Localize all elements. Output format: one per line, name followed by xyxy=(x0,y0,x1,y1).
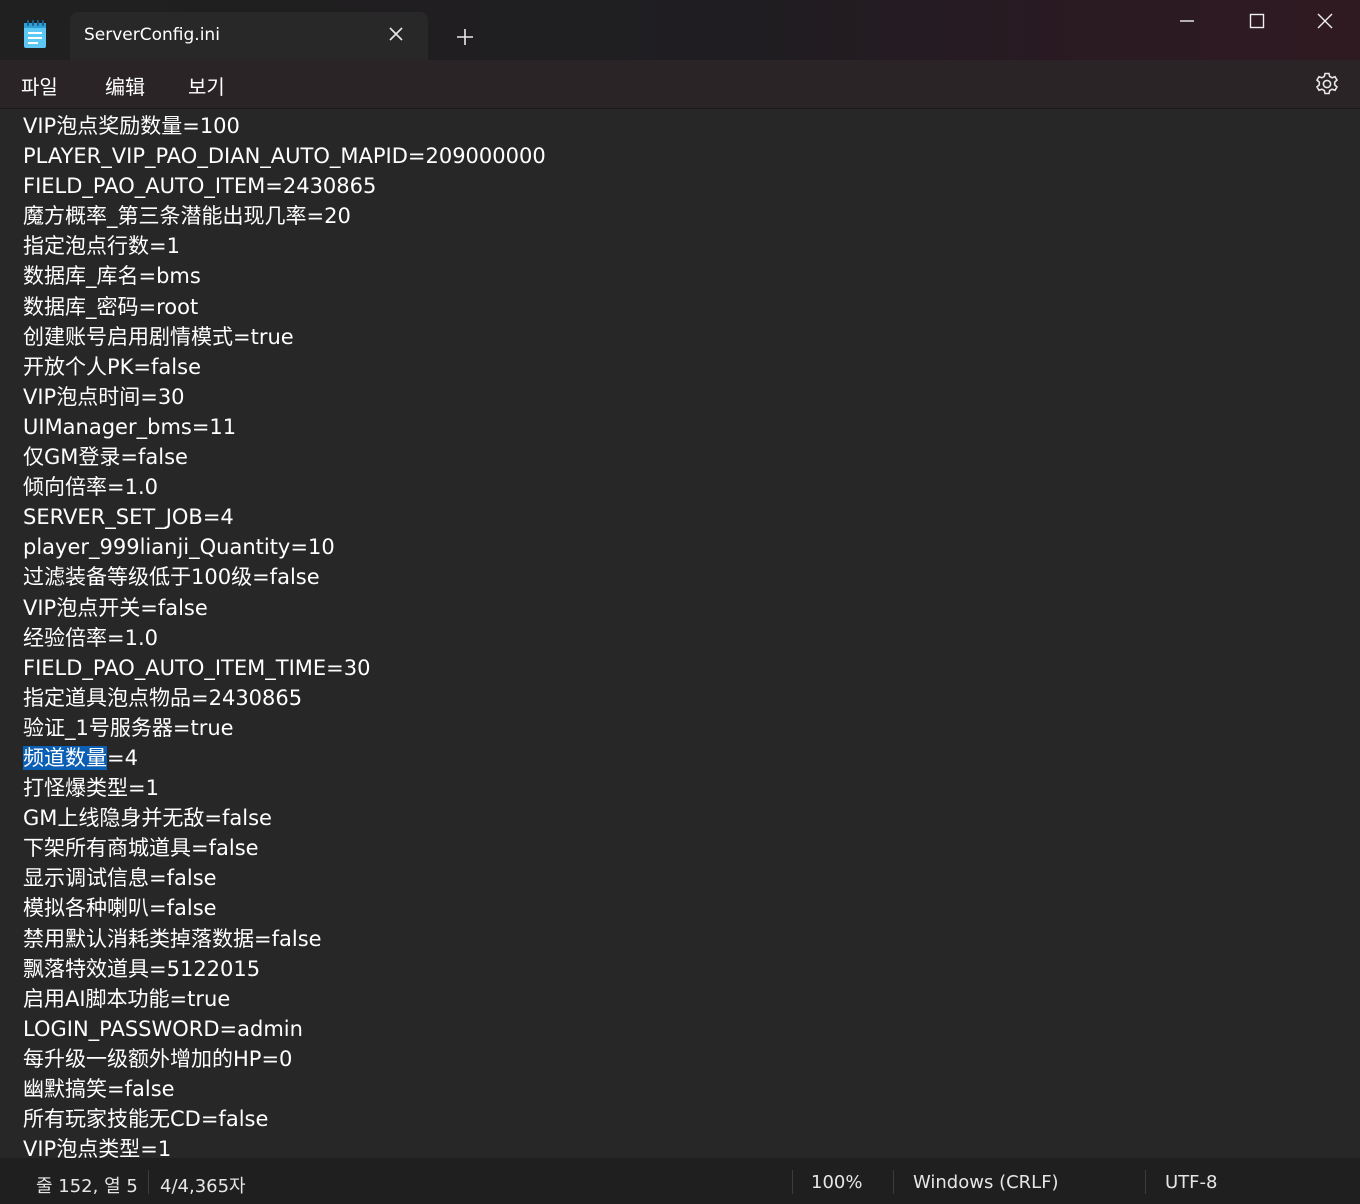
editor-lines: VIP泡点奖励数量=100 PLAYER_VIP_PAO_DIAN_AUTO_MA… xyxy=(23,111,546,1158)
text-line: 指定道具泡点物品=2430865 xyxy=(23,685,303,710)
text-line: VIP泡点奖励数量=100 xyxy=(23,114,240,138)
status-divider xyxy=(792,1170,793,1194)
text-line: 数据库_密码=root xyxy=(23,294,199,319)
text-line: player_999lianji_Quantity=10 xyxy=(23,535,335,560)
text-line: 所有玩家技能无CD=false xyxy=(23,1107,269,1132)
tab-serverconfig[interactable]: ServerConfig.ini xyxy=(70,12,428,60)
text-line: 幽默搞笑=false xyxy=(23,1077,175,1101)
menu-edit[interactable]: 编辑 xyxy=(99,69,151,102)
text-line: 魔方概率_第三条潜能出现几率=20 xyxy=(23,204,351,229)
text-line: FIELD_PAO_AUTO_ITEM=2430865 xyxy=(23,174,377,199)
text-line: VIP泡点类型=1 xyxy=(23,1137,172,1158)
text-line: 禁用默认消耗类掉落数据=false xyxy=(23,926,322,951)
text-line: 显示调试信息=false xyxy=(23,866,217,891)
character-count: 4/4,365자 xyxy=(160,1176,246,1197)
text-line: GM上线隐身并无敌=false xyxy=(23,806,272,831)
text-line: 仅GM登录=false xyxy=(23,445,188,470)
text-line: LOGIN_PASSWORD=admin xyxy=(23,1016,303,1041)
text-line: VIP泡点开关=false xyxy=(23,595,208,620)
text-line: 每升级一级额外增加的HP=0 xyxy=(23,1046,293,1071)
text-editor[interactable]: VIP泡点奖励数量=100 PLAYER_VIP_PAO_DIAN_AUTO_MA… xyxy=(0,109,1360,1158)
text-line: 过滤装备等级低于100级=false xyxy=(23,565,320,590)
minimize-icon xyxy=(1180,20,1194,22)
close-window-button[interactable] xyxy=(1290,0,1360,42)
text-line: VIP泡点时间=30 xyxy=(23,384,185,409)
text-line: 指定泡点行数=1 xyxy=(23,234,180,259)
text-line: 验证_1号服务器=true xyxy=(23,715,234,740)
menu-view[interactable]: 보기 xyxy=(182,69,231,102)
text-line: 打怪爆类型=1 xyxy=(23,776,159,801)
selected-text: 频道数量 xyxy=(23,745,107,770)
minimize-button[interactable] xyxy=(1152,0,1222,42)
zoom-level[interactable]: 100% xyxy=(811,1172,862,1193)
text-line: 飘落特效道具=5122015 xyxy=(23,956,261,981)
plus-icon[interactable] xyxy=(454,26,476,48)
status-divider xyxy=(893,1170,894,1194)
text-line: 下架所有商城道具=false xyxy=(23,836,259,861)
text-line: 创建账号启用剧情模式=true xyxy=(23,324,294,349)
gear-icon[interactable] xyxy=(1314,71,1340,97)
line-text: =4 xyxy=(107,745,138,770)
text-line: UIManager_bms=11 xyxy=(23,414,237,439)
encoding[interactable]: UTF-8 xyxy=(1165,1172,1217,1193)
menu-file[interactable]: 파일 xyxy=(15,69,64,102)
text-line: 启用AI脚本功能=true xyxy=(23,986,231,1011)
maximize-icon xyxy=(1249,13,1265,29)
text-line: SERVER_SET_JOB=4 xyxy=(23,505,234,530)
title-bar: ServerConfig.ini xyxy=(0,0,1360,60)
text-line: 开放个人PK=false xyxy=(23,354,201,379)
close-icon xyxy=(1317,13,1333,29)
status-divider xyxy=(148,1170,149,1194)
text-line: 经验倍率=1.0 xyxy=(23,625,158,650)
menu-bar: 파일 编辑 보기 xyxy=(0,60,1360,109)
maximize-button[interactable] xyxy=(1222,0,1292,42)
status-bar: 줄 152, 열 5 4/4,365자 100% Windows (CRLF) … xyxy=(0,1158,1360,1204)
status-divider xyxy=(1145,1170,1146,1194)
text-line: 模拟各种喇叭=false xyxy=(23,896,217,921)
line-ending[interactable]: Windows (CRLF) xyxy=(913,1172,1059,1193)
text-line: 频道数量=4 xyxy=(23,743,546,773)
text-line: FIELD_PAO_AUTO_ITEM_TIME=30 xyxy=(23,655,371,680)
notepad-icon xyxy=(22,19,48,49)
close-icon[interactable] xyxy=(386,24,406,44)
text-line: 数据库_库名=bms xyxy=(23,264,201,289)
cursor-position: 줄 152, 열 5 xyxy=(36,1176,138,1197)
text-line: 倾向倍率=1.0 xyxy=(23,475,158,500)
tab-title: ServerConfig.ini xyxy=(84,25,220,45)
text-line: PLAYER_VIP_PAO_DIAN_AUTO_MAPID=209000000 xyxy=(23,144,546,169)
